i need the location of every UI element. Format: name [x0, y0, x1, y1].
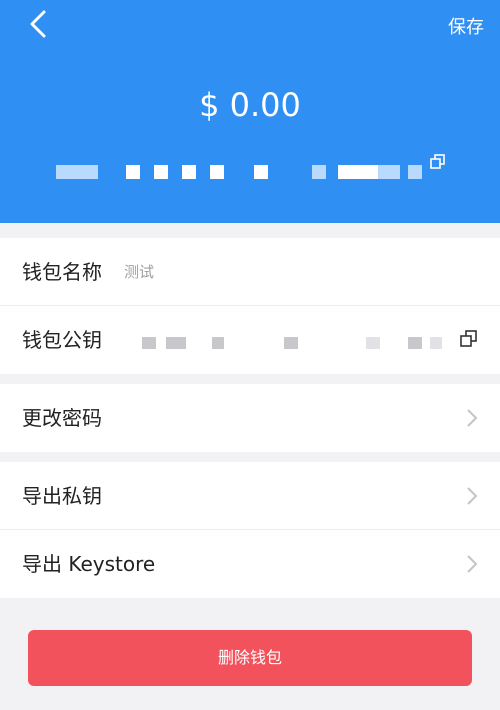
back-arrow-icon: [30, 10, 46, 38]
chevron-right-icon: [467, 555, 478, 573]
wallet-header: 保存 $ 0.00: [0, 0, 500, 223]
export-keystore-row[interactable]: 导出 Keystore: [0, 530, 500, 598]
export-private-key-label: 导出私钥: [22, 484, 102, 508]
chevron-right-icon: [467, 409, 478, 427]
wallet-name-value: 测试: [124, 263, 155, 281]
export-private-key-row[interactable]: 导出私钥: [0, 462, 500, 530]
back-button[interactable]: [24, 8, 56, 40]
wallet-name-row[interactable]: 钱包名称 测试: [0, 238, 500, 306]
public-key-row: 钱包公钥: [0, 306, 500, 374]
copy-icon[interactable]: [460, 330, 478, 348]
public-key-label: 钱包公钥: [22, 328, 102, 352]
change-password-row[interactable]: 更改密码: [0, 384, 500, 452]
password-section: 更改密码: [0, 384, 500, 452]
export-section: 导出私钥 导出 Keystore: [0, 462, 500, 598]
wallet-name-label: 钱包名称: [22, 260, 102, 284]
save-button[interactable]: 保存: [448, 13, 484, 39]
copy-address-button[interactable]: [430, 154, 446, 170]
change-password-label: 更改密码: [22, 406, 102, 430]
export-keystore-label: 导出 Keystore: [22, 552, 156, 576]
wallet-address-masked: [56, 160, 446, 182]
delete-wallet-button[interactable]: 删除钱包: [28, 630, 472, 686]
chevron-right-icon: [467, 487, 478, 505]
copy-icon: [430, 154, 445, 169]
balance-amount: $ 0.00: [199, 86, 301, 124]
wallet-info-section: 钱包名称 测试 钱包公钥: [0, 238, 500, 374]
